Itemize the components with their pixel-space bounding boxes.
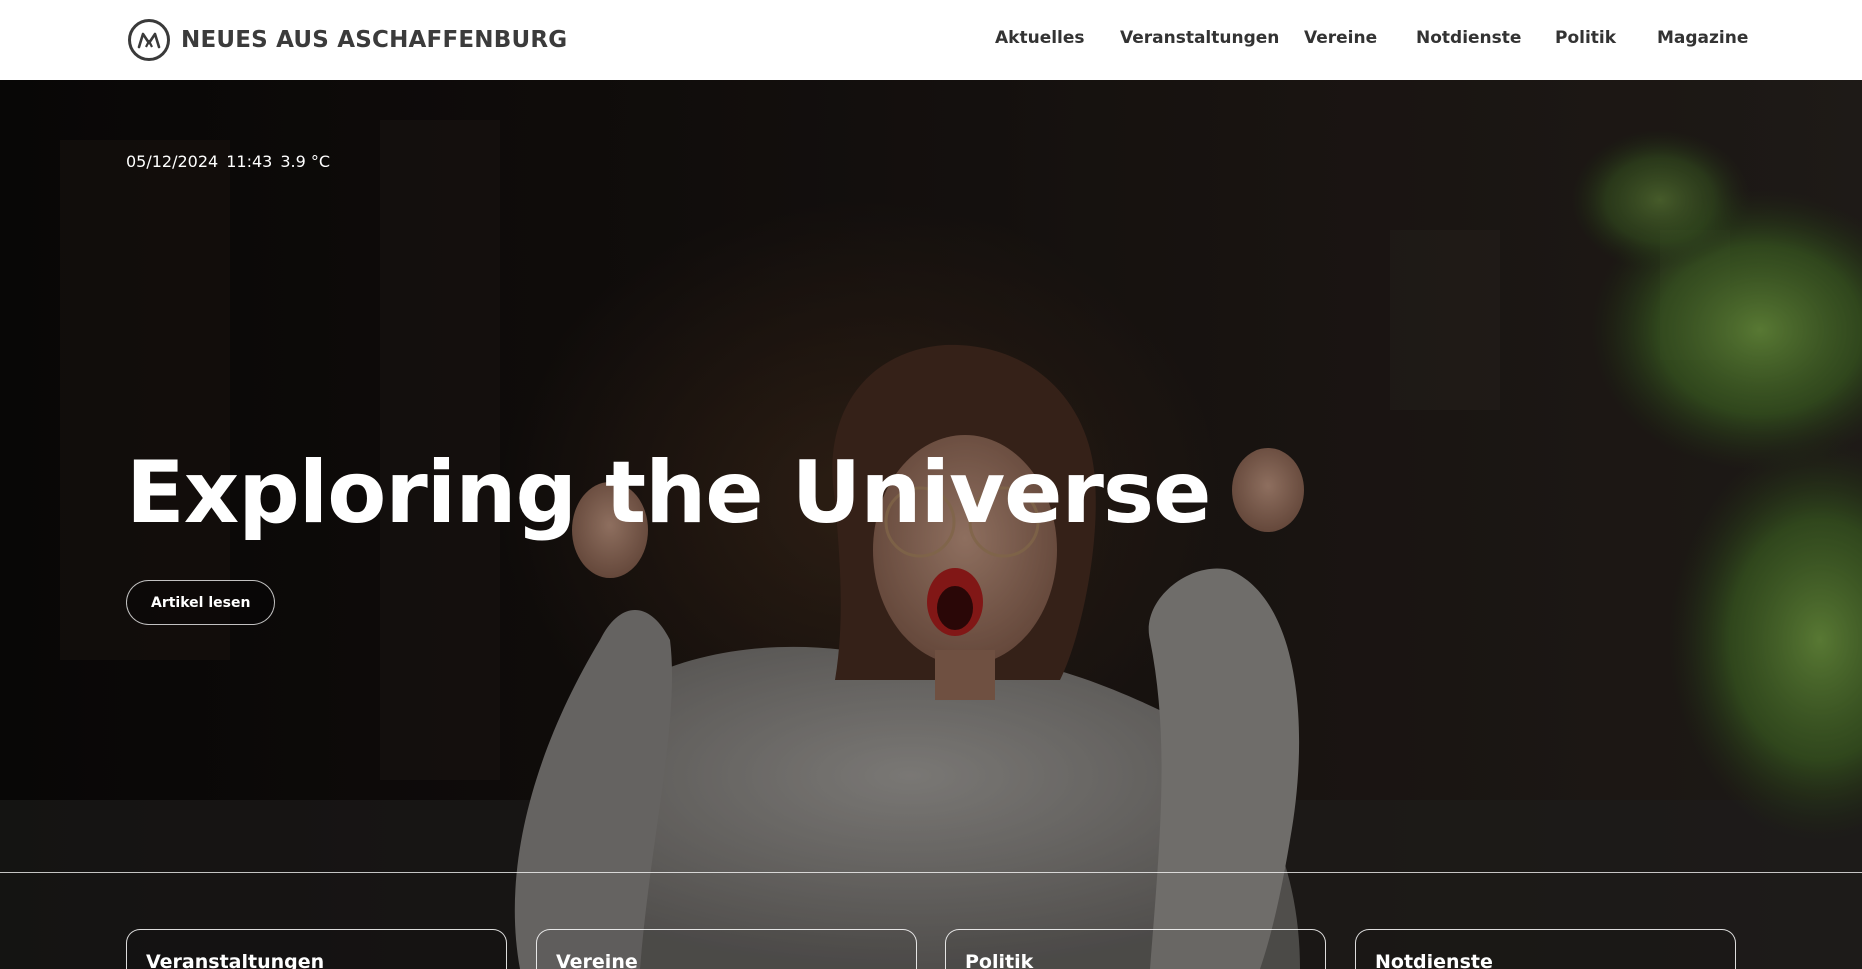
card-title: Vereine: [556, 951, 638, 969]
date-time-weather: 05/12/2024 11:43 3.9 °C: [126, 152, 330, 171]
nav-item-vereine[interactable]: Vereine: [1304, 28, 1377, 48]
read-article-button[interactable]: Artikel lesen: [126, 580, 276, 625]
nav-item-aktuelles[interactable]: Aktuelles: [995, 28, 1085, 48]
hero-divider: [0, 872, 1862, 873]
category-cards: Veranstaltungen Vereine Politik Notdiens…: [0, 929, 1862, 969]
card-vereine[interactable]: Vereine: [536, 929, 917, 969]
nav-item-politik[interactable]: Politik: [1555, 28, 1616, 48]
hero-section: 05/12/2024 11:43 3.9 °C Exploring the Un…: [0, 80, 1862, 969]
card-notdienste[interactable]: Notdienste: [1355, 929, 1736, 969]
current-date: 05/12/2024: [126, 152, 219, 171]
card-veranstaltungen[interactable]: Veranstaltungen: [126, 929, 507, 969]
nav-item-notdienste[interactable]: Notdienste: [1416, 28, 1521, 48]
card-title: Notdienste: [1375, 951, 1493, 969]
current-temperature: 3.9 °C: [280, 152, 331, 171]
card-politik[interactable]: Politik: [945, 929, 1326, 969]
card-title: Politik: [965, 951, 1034, 969]
nav-item-veranstaltungen[interactable]: Veranstaltungen: [1120, 28, 1279, 48]
current-time: 11:43: [226, 152, 273, 171]
site-header: NEUES AUS ASCHAFFENBURG Aktuelles Verans…: [0, 0, 1862, 80]
nav-item-magazine[interactable]: Magazine: [1657, 28, 1748, 48]
card-title: Veranstaltungen: [146, 951, 325, 969]
main-nav: Aktuelles Veranstaltungen Vereine Notdie…: [0, 28, 1862, 52]
hero-title: Exploring the Universe: [126, 443, 1211, 543]
